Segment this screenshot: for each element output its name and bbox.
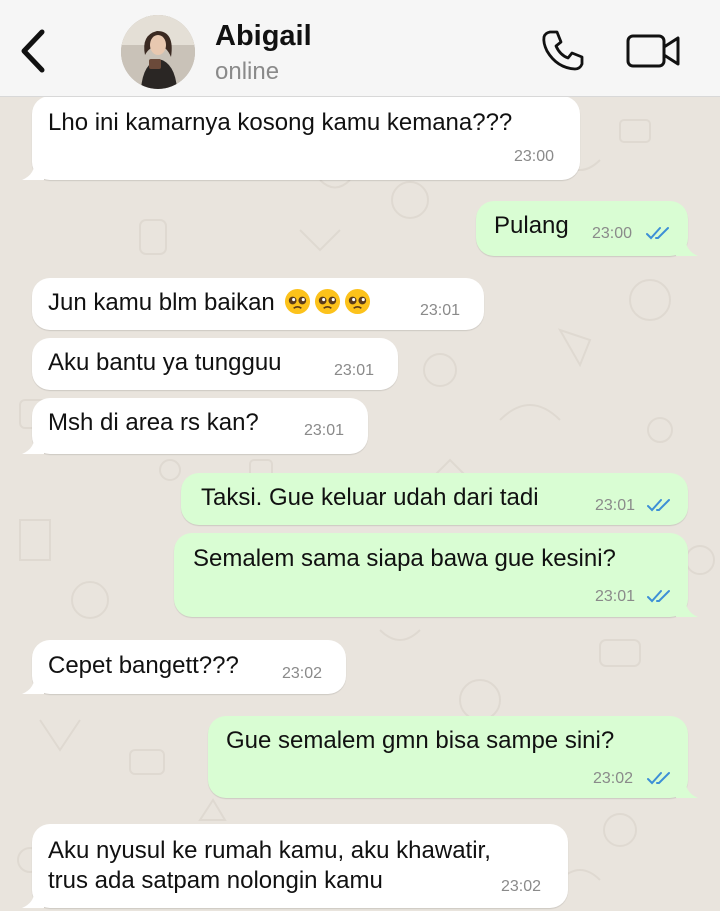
bubble-tail — [22, 674, 44, 694]
double-check-icon — [647, 590, 670, 603]
pleading-face-emoji — [315, 288, 341, 315]
message-text: Jun kamu blm baikan — [48, 289, 275, 316]
message-outgoing[interactable]: Taksi. Gue keluar udah dari tadi 23:01 — [181, 473, 688, 525]
bubble-tail — [22, 434, 44, 454]
message-text: Aku bantu ya tungguu — [48, 349, 282, 376]
message-text-line-2: trus ada satpam nolongin kamu — [48, 867, 383, 894]
message-incoming[interactable]: Jun kamu blm baikan 23:01 — [32, 278, 484, 330]
message-outgoing[interactable]: Pulang 23:00 — [476, 201, 698, 256]
bubble-tail — [676, 236, 698, 256]
bubble-tail — [22, 888, 44, 908]
message-incoming[interactable]: Aku nyusul ke rumah kamu, aku khawatir, … — [22, 824, 568, 908]
video-camera-icon[interactable] — [624, 30, 682, 72]
message-text: Semalem sama siapa bawa gue kesini? — [193, 545, 616, 572]
message-text: Taksi. Gue keluar udah dari tadi — [201, 484, 539, 511]
message-time: 23:02 — [593, 770, 634, 787]
message-time: 23:01 — [595, 497, 636, 514]
chevron-left-icon[interactable] — [14, 26, 54, 76]
bubble-tail — [22, 160, 44, 180]
message-outgoing[interactable]: Semalem sama siapa bawa gue kesini? 23:0… — [174, 533, 698, 617]
phone-icon[interactable] — [540, 28, 586, 74]
contact-name[interactable]: Abigail — [215, 20, 312, 53]
avatar-photo — [121, 15, 195, 89]
message-time: 23:01 — [595, 588, 636, 605]
message-text: Gue semalem gmn bisa sampe sini? — [226, 727, 615, 754]
bubble-tail — [676, 597, 698, 617]
double-check-icon — [647, 772, 670, 785]
message-text: Msh di area rs kan? — [48, 409, 259, 436]
message-text: Cepet bangett??? — [48, 652, 239, 679]
message-outgoing[interactable]: Gue semalem gmn bisa sampe sini? 23:02 — [208, 716, 698, 798]
message-time: 23:00 — [514, 148, 555, 165]
avatar[interactable] — [121, 15, 195, 89]
message-text: Lho ini kamarnya kosong kamu kemana??? — [48, 109, 513, 136]
pleading-face-emoji — [285, 288, 311, 315]
message-incoming[interactable]: Msh di area rs kan? 23:01 — [22, 398, 368, 454]
message-time: 23:02 — [282, 665, 323, 682]
message-time: 23:00 — [592, 225, 633, 242]
message-incoming[interactable]: Cepet bangett??? 23:02 — [22, 640, 346, 694]
contact-status: online — [215, 58, 280, 85]
message-text: Pulang — [494, 212, 569, 239]
message-time: 23:01 — [334, 362, 375, 379]
pleading-face-emoji — [345, 288, 371, 315]
message-time: 23:02 — [501, 878, 542, 895]
message-incoming[interactable]: Aku bantu ya tungguu 23:01 — [32, 338, 398, 390]
message-text-line-1: Aku nyusul ke rumah kamu, aku khawatir, — [48, 837, 491, 864]
chat-header: Abigail online — [0, 0, 720, 97]
message-time: 23:01 — [304, 422, 345, 439]
double-check-icon — [646, 227, 669, 240]
bubble-tail — [676, 778, 698, 798]
double-check-icon — [647, 499, 670, 512]
chat-screen: Abigail online Lho ini kamarnya kosong k… — [0, 0, 720, 911]
message-time: 23:01 — [420, 302, 461, 319]
message-incoming[interactable]: Lho ini kamarnya kosong kamu kemana??? 2… — [22, 96, 580, 180]
